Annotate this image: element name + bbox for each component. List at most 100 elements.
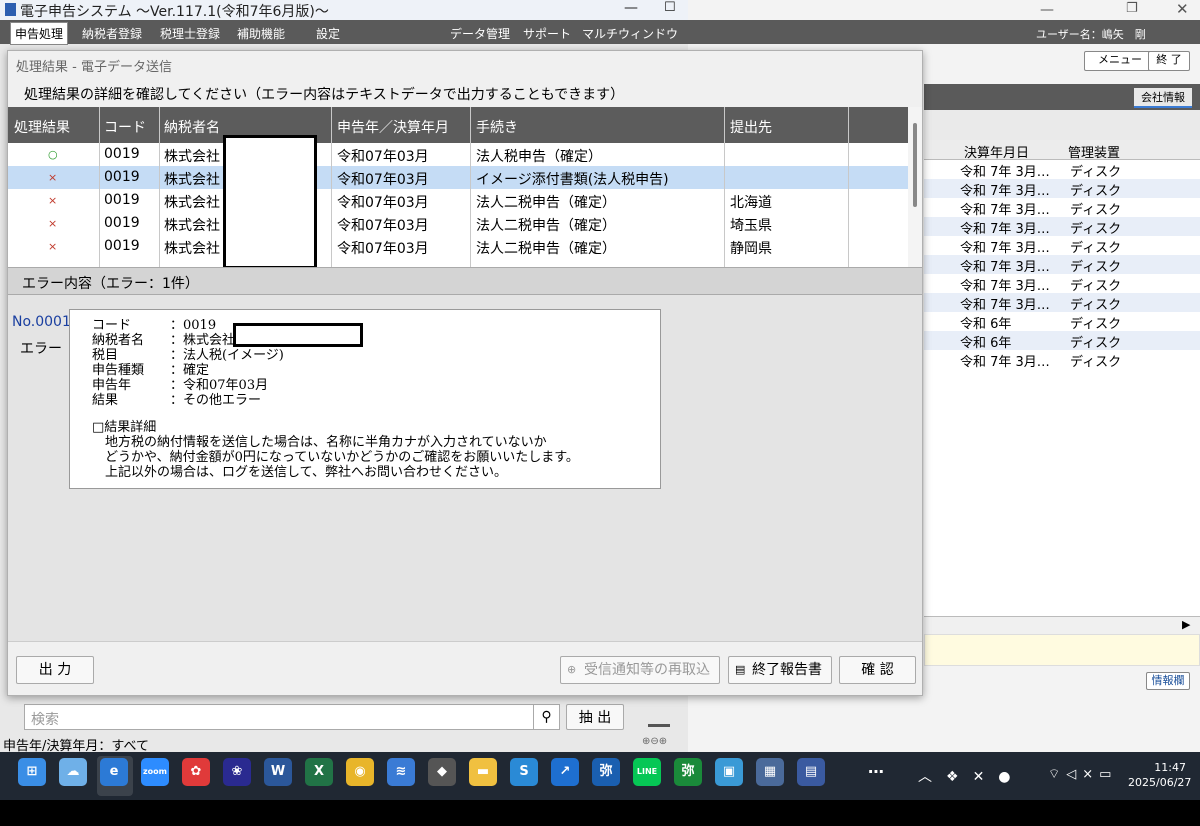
bg-table-row[interactable]: 令和 6年 ディスク bbox=[924, 312, 1200, 332]
app-wave-icon[interactable]: ≋ bbox=[387, 758, 415, 786]
chevron-up-icon[interactable]: ︿ bbox=[918, 769, 946, 785]
bg-table-row[interactable]: 令和 7年 3月… ディスク bbox=[924, 160, 1200, 180]
bg-table-row[interactable]: 令和 7年 3月… ディスク bbox=[924, 198, 1200, 218]
zoom-icon[interactable]: ⊕⊖⊕ bbox=[642, 736, 667, 747]
menu-data[interactable]: データ管理 bbox=[450, 25, 510, 42]
tab-strip: 会社情報 bbox=[924, 84, 1200, 110]
search-icon[interactable]: ⚲ bbox=[533, 705, 559, 729]
battery-icon[interactable]: ▭ bbox=[1099, 767, 1117, 782]
report-button[interactable]: ▤ 終了報告書 bbox=[728, 656, 832, 684]
user-label: ユーザー名：嶋矢 剛 bbox=[1036, 28, 1146, 41]
error-number[interactable]: No.0001 bbox=[12, 314, 71, 330]
search-input[interactable]: 検索 bbox=[31, 709, 59, 729]
bg-table-row[interactable]: 令和 7年 3月… ディスク bbox=[924, 179, 1200, 199]
bg-table-row[interactable]: 令和 7年 3月… ディスク bbox=[924, 236, 1200, 256]
bg-table-row[interactable]: 令和 7年 3月… ディスク bbox=[924, 293, 1200, 313]
menu-aux[interactable]: 補助機能 bbox=[237, 25, 285, 42]
bg-cell-date: 令和 7年 3月… bbox=[960, 355, 1050, 370]
cell-code: 0019 bbox=[104, 215, 140, 231]
app-arrow-icon[interactable]: ↗ bbox=[551, 758, 579, 786]
minimize-icon[interactable]: — bbox=[1040, 2, 1054, 18]
bg-cell-device: ディスク bbox=[1070, 317, 1122, 332]
app-s-icon[interactable]: S bbox=[510, 758, 538, 786]
table-scrollbar[interactable] bbox=[908, 107, 922, 267]
scroll-thumb[interactable] bbox=[913, 123, 917, 207]
detail-line: どうかや、納付金額が0円になっていないかどうかのご確認をお願いいたします。 bbox=[92, 450, 579, 465]
result-table-header: 処理結果 コード 納税者名 申告年／決算年月 手続き 提出先 bbox=[8, 107, 908, 143]
clock[interactable]: 11:47 2025/06/27 bbox=[1128, 760, 1191, 790]
bg-table-row[interactable]: 令和 7年 3月… ディスク bbox=[924, 217, 1200, 237]
app-yellow-icon[interactable]: ❀ bbox=[223, 758, 251, 786]
bg-table-row[interactable]: 令和 6年 ディスク bbox=[924, 331, 1200, 351]
cell-result: × bbox=[48, 240, 58, 253]
menu-multiwindow[interactable]: マルチウィンドウ bbox=[582, 25, 678, 42]
reacquire-button[interactable]: ⊕ 受信通知等の再取込 bbox=[560, 656, 720, 684]
volume-icon[interactable]: ◁× bbox=[1066, 767, 1099, 782]
x-icon[interactable]: ✕ bbox=[973, 769, 999, 785]
zoom-icon[interactable]: zoom bbox=[141, 758, 169, 786]
tab-company-info[interactable]: 会社情報 bbox=[1134, 88, 1192, 108]
edge-icon[interactable]: e bbox=[100, 758, 128, 786]
menu-accountant[interactable]: 税理士登録 bbox=[160, 25, 220, 42]
error-tax-line: 税目 ：法人税(イメージ) bbox=[92, 348, 284, 363]
yayoi2-icon[interactable]: 弥 bbox=[674, 758, 702, 786]
wifi-icon[interactable]: ⌔ bbox=[1048, 767, 1066, 782]
col-device: 管理装置 bbox=[1068, 146, 1121, 161]
bg-table-row[interactable]: 令和 7年 3月… ディスク bbox=[924, 350, 1200, 370]
result-table-body: ○ 0019 株式会社 令和07年03月 法人税申告（確定） × 0019 株式会社 令和07年… bbox=[8, 143, 908, 267]
excel-icon[interactable]: X bbox=[305, 758, 333, 786]
bg-table-row[interactable]: 令和 7年 3月… ディスク bbox=[924, 255, 1200, 275]
bg-cell-device: ディスク bbox=[1070, 260, 1122, 275]
collapse-icon[interactable] bbox=[648, 724, 670, 727]
error-label: エラー bbox=[20, 341, 62, 357]
cell-name: 株式会社 bbox=[164, 241, 220, 257]
output-button[interactable]: 出 力 bbox=[16, 656, 94, 684]
confirm-button[interactable]: 確 認 bbox=[839, 656, 916, 684]
cell-result: ○ bbox=[48, 148, 58, 161]
table-row[interactable]: × 0019 株式会社 令和07年03月 法人二税申告（確定） 静岡県 bbox=[8, 235, 908, 258]
start-icon[interactable]: ⊞ bbox=[18, 758, 46, 786]
instruction-text: 処理結果の詳細を確認してください（エラー内容はテキストデータで出力することもでき… bbox=[24, 87, 625, 103]
table-row[interactable]: × 0019 株式会社 令和07年03月 イメージ添付書類(法人税申告) bbox=[8, 166, 908, 189]
exit-button[interactable]: 終 了 bbox=[1148, 51, 1190, 71]
app-doc-icon[interactable]: ▤ bbox=[797, 758, 825, 786]
scroll-right-icon[interactable]: ▶ bbox=[1182, 618, 1190, 631]
app-screen-icon[interactable]: ▣ bbox=[715, 758, 743, 786]
security-icon[interactable]: ● bbox=[998, 769, 1024, 785]
explorer-icon[interactable]: ▬ bbox=[469, 758, 497, 786]
info-button[interactable]: 情報欄 bbox=[1146, 672, 1190, 690]
bg-cell-date: 令和 7年 3月… bbox=[960, 298, 1050, 313]
extract-button[interactable]: 抽 出 bbox=[566, 704, 624, 730]
cell-procedure: 法人二税申告（確定） bbox=[476, 241, 616, 257]
chrome-icon[interactable]: ◉ bbox=[346, 758, 374, 786]
app-dark-icon[interactable]: ◆ bbox=[428, 758, 456, 786]
table-row[interactable]: × 0019 株式会社 令和07年03月 法人二税申告（確定） 埼玉県 bbox=[8, 212, 908, 235]
line-icon[interactable]: LINE bbox=[633, 758, 661, 786]
menu-button[interactable]: メニュー bbox=[1084, 51, 1156, 71]
bg-cell-date: 令和 7年 3月… bbox=[960, 165, 1050, 180]
app-calc-icon[interactable]: ▦ bbox=[756, 758, 784, 786]
maximize-icon[interactable]: ☐ bbox=[664, 0, 676, 15]
menu-support[interactable]: サポート bbox=[523, 25, 571, 42]
bg-titlebar: — ❐ ✕ bbox=[688, 0, 1200, 20]
more-icon[interactable]: ⋯ bbox=[862, 758, 890, 786]
menu-bar: 申告処理 納税者登録 税理士登録 補助機能 設定 データ管理 サポート マルチウ… bbox=[0, 20, 688, 45]
menu-declaration[interactable]: 申告処理 bbox=[10, 22, 69, 45]
menu-taxpayer[interactable]: 納税者登録 bbox=[82, 25, 142, 42]
app-red-icon[interactable]: ✿ bbox=[182, 758, 210, 786]
bg-hscroll[interactable]: ▶ bbox=[924, 616, 1200, 634]
table-row[interactable]: × 0019 株式会社 令和07年03月 法人二税申告（確定） 北海道 bbox=[8, 189, 908, 212]
dropbox-icon[interactable]: ❖ bbox=[946, 769, 973, 785]
bg-table-row[interactable]: 令和 7年 3月… ディスク bbox=[924, 274, 1200, 294]
minimize-icon[interactable]: — bbox=[624, 0, 638, 16]
bg-table-body: 令和 7年 3月… ディスク 令和 7年 3月… ディスク 令和 7年 3月… ディスク令… bbox=[924, 160, 1200, 616]
word-icon[interactable]: W bbox=[264, 758, 292, 786]
restore-icon[interactable]: ❐ bbox=[1126, 1, 1138, 16]
close-icon[interactable]: ✕ bbox=[1176, 0, 1189, 18]
weather-icon[interactable]: ☁ bbox=[59, 758, 87, 786]
yayoi-icon[interactable]: 弥 bbox=[592, 758, 620, 786]
menu-settings[interactable]: 設定 bbox=[316, 25, 340, 42]
col-divider bbox=[470, 107, 471, 267]
tray-icons: ︿❖✕● bbox=[918, 766, 1025, 786]
table-row[interactable]: ○ 0019 株式会社 令和07年03月 法人税申告（確定） bbox=[8, 143, 908, 166]
